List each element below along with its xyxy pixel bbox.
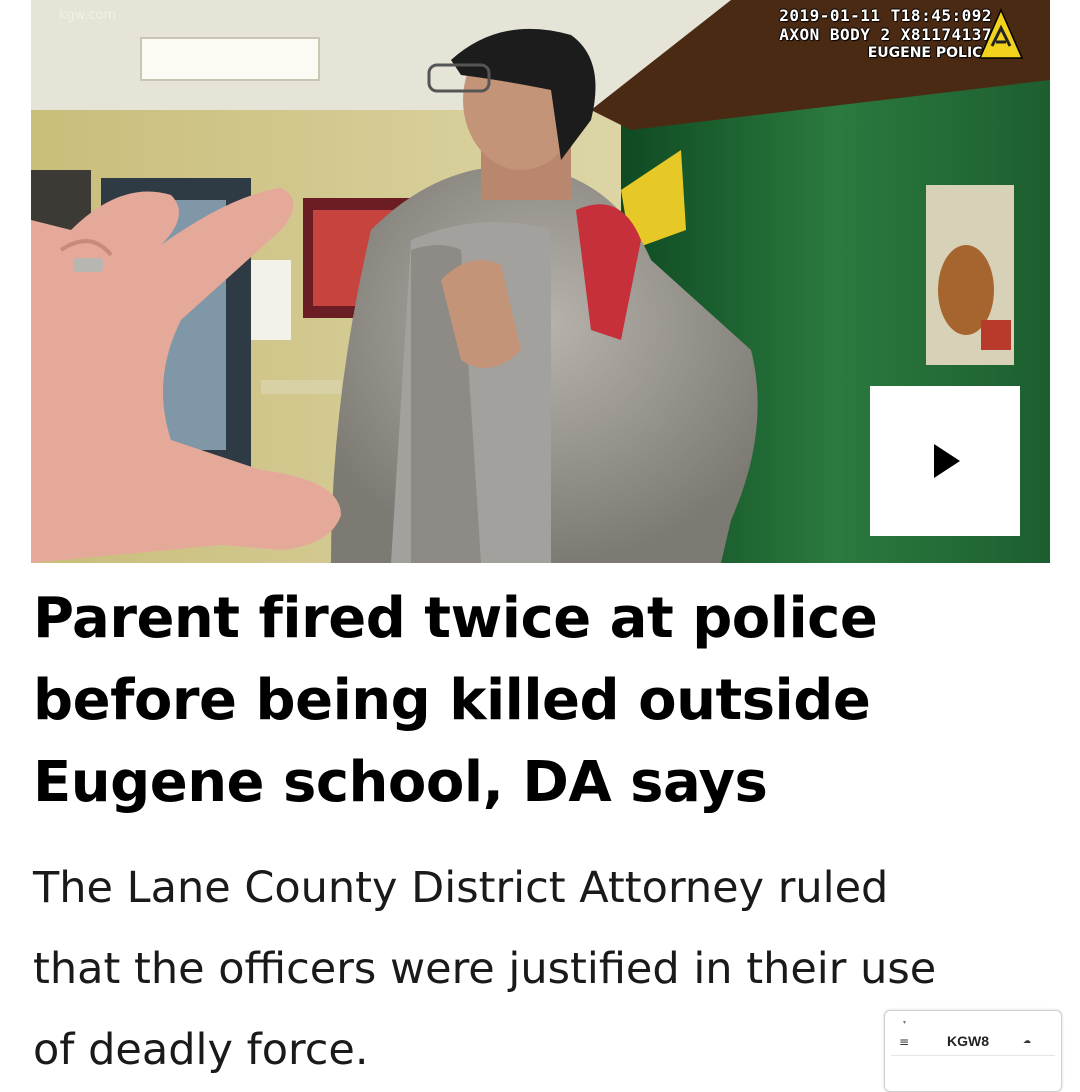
play-video-button[interactable] [870,386,1020,536]
thumb-divider [891,1055,1055,1056]
video-player[interactable]: kgw.com 2019-01-11 T18:45:092 AXON BODY … [31,0,1050,563]
play-icon [934,444,960,478]
overlay-timestamp: 2019-01-11 T18:45:092 [779,6,992,25]
cloud-icon: ☁ [1023,1036,1031,1045]
overlay-department: EUGENE POLICE [867,45,992,61]
axon-triangle-logo-icon [978,8,1024,59]
article-headline[interactable]: Parent fired twice at police before bein… [33,578,1053,824]
kgw8-logo: KGW8 [947,1033,989,1049]
thumb-status-dot: ▾ [903,1019,907,1026]
summary-line: The Lane County District Attorney ruled [33,863,889,913]
summary-line: that the officers were justified in thei… [33,944,937,994]
headline-line: before being killed outside [33,668,871,733]
headline-line: Parent fired twice at police [33,586,878,651]
headline-line: Eugene school, DA says [33,750,768,815]
source-watermark: kgw.com [59,8,117,23]
bodycam-overlay: 2019-01-11 T18:45:092 AXON BODY 2 X81174… [779,6,992,63]
hamburger-menu-icon[interactable]: ≡ [899,1036,909,1048]
overlay-device-id: AXON BODY 2 X81174137 [779,25,992,44]
